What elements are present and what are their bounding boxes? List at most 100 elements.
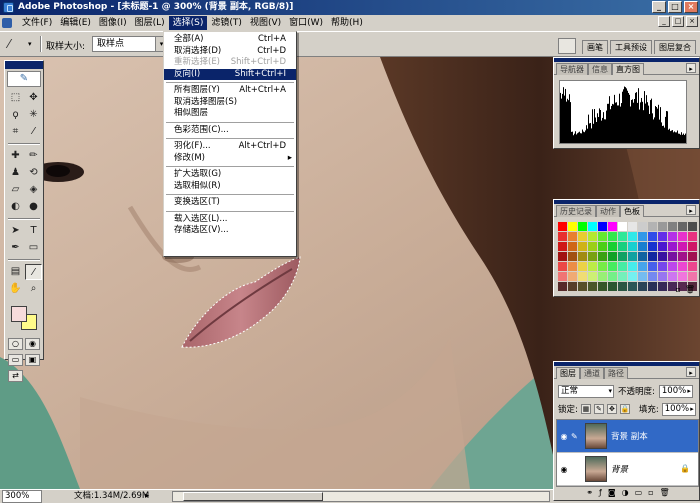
color-swatch[interactable]: [568, 272, 577, 281]
color-swatch[interactable]: [628, 242, 637, 251]
tab-layer-comps[interactable]: 图层复合: [654, 40, 696, 54]
menu-window[interactable]: 窗口(W): [285, 16, 327, 30]
standard-mode-icon[interactable]: ○: [8, 338, 23, 350]
close-button[interactable]: ×: [684, 1, 698, 13]
slice-tool-icon[interactable]: ⁄: [25, 124, 42, 140]
color-swatch[interactable]: [598, 252, 607, 261]
color-swatch[interactable]: [688, 222, 697, 231]
menu-edit[interactable]: 编辑(E): [56, 16, 95, 30]
color-swatch[interactable]: [588, 222, 597, 231]
color-swatch[interactable]: [638, 222, 647, 231]
marquee-tool-icon[interactable]: ⬚: [7, 90, 24, 106]
color-swatch[interactable]: [618, 262, 627, 271]
color-swatch[interactable]: [558, 282, 567, 291]
delete-layer-icon[interactable]: 🗑: [660, 488, 670, 498]
color-swatch[interactable]: [578, 222, 587, 231]
color-swatch[interactable]: [678, 222, 687, 231]
menu-item-transform-selection[interactable]: 变换选区(T): [164, 197, 296, 209]
color-swatch[interactable]: [648, 262, 657, 271]
layer-row[interactable]: ◉ 背景 🔒: [557, 453, 698, 486]
layer-mask-icon[interactable]: ◙: [608, 488, 616, 498]
color-swatch[interactable]: [688, 272, 697, 281]
menu-item-reselect[interactable]: 重新选择(E) Shift+Ctrl+D: [164, 57, 296, 69]
color-swatch[interactable]: [658, 262, 667, 271]
color-swatch[interactable]: [668, 262, 677, 271]
color-swatch[interactable]: [598, 282, 607, 291]
menu-view[interactable]: 视图(V): [246, 16, 285, 30]
color-swatch[interactable]: [678, 232, 687, 241]
fill-input[interactable]: 100%: [661, 402, 696, 416]
screen-mode-full-icon[interactable]: ▣: [25, 354, 40, 366]
color-swatch[interactable]: [598, 242, 607, 251]
color-swatch[interactable]: [618, 242, 627, 251]
color-swatch[interactable]: [568, 252, 577, 261]
sample-size-select[interactable]: 取样点 ▾: [92, 36, 168, 52]
color-swatch[interactable]: [558, 232, 567, 241]
color-swatch[interactable]: [688, 262, 697, 271]
color-swatch[interactable]: [608, 252, 617, 261]
color-swatch[interactable]: [668, 272, 677, 281]
scrollbar-thumb[interactable]: [183, 492, 323, 501]
color-swatch[interactable]: [648, 242, 657, 251]
color-swatch[interactable]: [638, 242, 647, 251]
new-swatch-icon[interactable]: ▫: [675, 285, 680, 294]
color-swatch[interactable]: [568, 262, 577, 271]
menu-item-all-layers[interactable]: 所有图层(Y) Alt+Ctrl+A: [164, 85, 296, 97]
horizontal-scrollbar[interactable]: [172, 491, 550, 502]
zoom-tool-icon[interactable]: ⌕: [25, 281, 42, 297]
color-swatch[interactable]: [618, 282, 627, 291]
color-swatch[interactable]: [558, 242, 567, 251]
color-swatch[interactable]: [598, 272, 607, 281]
color-swatch[interactable]: [638, 262, 647, 271]
color-swatch[interactable]: [678, 242, 687, 251]
paint-bucket-icon[interactable]: ◈: [25, 182, 42, 198]
color-swatch[interactable]: [568, 232, 577, 241]
new-layer-icon[interactable]: ▫: [648, 488, 653, 498]
menu-file[interactable]: 文件(F): [18, 16, 56, 30]
color-swatch[interactable]: [568, 282, 577, 291]
maximize-button[interactable]: □: [668, 1, 682, 13]
color-swatch[interactable]: [628, 282, 637, 291]
color-swatch[interactable]: [578, 232, 587, 241]
minimize-button[interactable]: _: [652, 1, 666, 13]
layer-style-icon[interactable]: ƒ: [599, 488, 602, 498]
magic-wand-icon[interactable]: ✳: [25, 107, 42, 123]
doc-close-button[interactable]: ×: [686, 16, 698, 27]
color-swatch[interactable]: [598, 222, 607, 231]
zoom-level-field[interactable]: 300%: [2, 490, 42, 503]
color-swatch[interactable]: [688, 232, 697, 241]
color-swatch[interactable]: [668, 232, 677, 241]
color-swatch[interactable]: [558, 262, 567, 271]
palette-well-icon[interactable]: [558, 38, 576, 54]
color-swatch[interactable]: [558, 272, 567, 281]
menu-image[interactable]: 图像(I): [95, 16, 131, 30]
healing-brush-icon[interactable]: ✚: [7, 148, 24, 164]
lock-position-icon[interactable]: ✥: [606, 404, 617, 414]
screen-mode-icon[interactable]: ▭: [8, 354, 23, 366]
blur-tool-icon[interactable]: ◐: [7, 199, 24, 215]
palette-menu-icon[interactable]: ▸: [686, 367, 696, 377]
tab-history[interactable]: 历史记录: [556, 205, 596, 217]
tab-layers[interactable]: 图层: [556, 367, 580, 379]
menu-item-select-all[interactable]: 全部(A) Ctrl+A: [164, 34, 296, 46]
color-swatch[interactable]: [628, 222, 637, 231]
color-swatch[interactable]: [628, 262, 637, 271]
color-swatch[interactable]: [608, 282, 617, 291]
color-swatch[interactable]: [658, 222, 667, 231]
color-swatch[interactable]: [668, 242, 677, 251]
color-swatch[interactable]: [668, 252, 677, 261]
quick-mask-icon[interactable]: ◉: [25, 338, 40, 350]
color-swatch[interactable]: [678, 252, 687, 261]
eyedropper-icon[interactable]: ⁄: [8, 37, 10, 51]
tab-info[interactable]: 信息: [588, 63, 612, 75]
delete-swatch-icon[interactable]: 🗑: [685, 285, 695, 294]
adjustment-layer-icon[interactable]: ◑: [622, 488, 629, 498]
tool-preset-arrow-icon[interactable]: ▾: [28, 40, 32, 48]
hand-tool-icon[interactable]: ✋: [7, 281, 24, 297]
eye-icon[interactable]: ◉: [557, 432, 571, 441]
palette-menu-icon[interactable]: ▸: [686, 63, 696, 73]
color-swatch[interactable]: [618, 252, 627, 261]
tab-actions[interactable]: 动作: [596, 205, 620, 217]
color-swatch[interactable]: [588, 282, 597, 291]
color-swatch[interactable]: [668, 222, 677, 231]
